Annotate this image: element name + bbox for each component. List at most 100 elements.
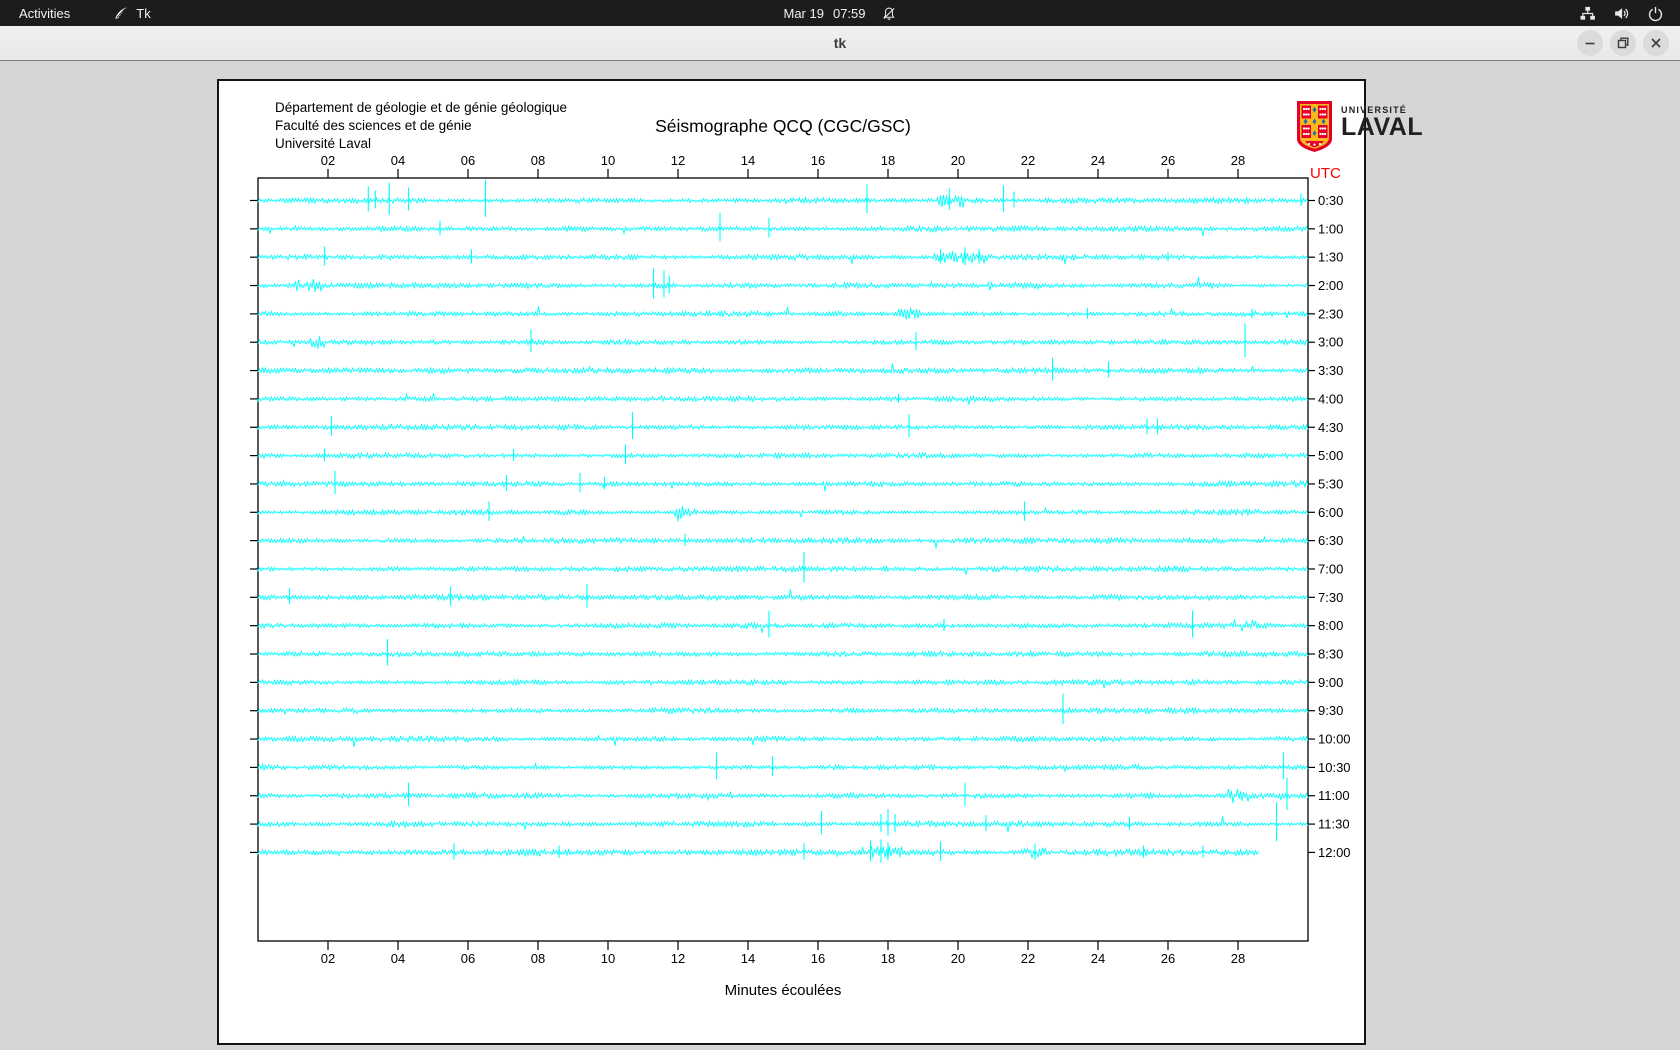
x-tick-label-bottom: 22 (1021, 951, 1035, 966)
trace-row (258, 536, 1308, 548)
row-time-label: 11:30 (1318, 817, 1350, 832)
row-time-label: 12:00 (1318, 845, 1351, 860)
window-title: tk (834, 35, 846, 51)
row-time-label: 10:00 (1318, 732, 1351, 747)
x-tick-label-bottom: 14 (741, 951, 755, 966)
x-tick-label-bottom: 06 (461, 951, 475, 966)
power-icon[interactable] (1647, 5, 1664, 22)
trace-row (258, 816, 1308, 832)
row-time-label: 1:00 (1318, 221, 1343, 236)
trace-row (258, 789, 1308, 803)
x-tick-label-top: 22 (1021, 153, 1035, 168)
row-time-label: 10:30 (1318, 760, 1351, 775)
row-time-label: 7:00 (1318, 561, 1343, 576)
plot-border (258, 178, 1308, 941)
row-time-label: 5:00 (1318, 448, 1343, 463)
maximize-restore-icon (1610, 30, 1636, 56)
row-time-label: 9:30 (1318, 703, 1343, 718)
notifications-muted-icon (882, 6, 897, 21)
row-time-label: 2:00 (1318, 278, 1343, 293)
trace-row (258, 251, 1308, 264)
network-icon[interactable] (1579, 5, 1596, 22)
x-tick-label-top: 24 (1091, 153, 1105, 168)
row-time-label: 3:30 (1318, 363, 1343, 378)
x-tick-label-bottom: 08 (531, 951, 545, 966)
row-time-label: 2:30 (1318, 306, 1343, 321)
trace-row (258, 364, 1308, 374)
x-tick-label-bottom: 16 (811, 951, 825, 966)
row-time-label: 1:30 (1318, 250, 1343, 265)
trace-row (258, 453, 1308, 458)
trace-spikes (368, 180, 1301, 217)
clock-date: Mar 19 (783, 6, 823, 21)
x-tick-label-bottom: 04 (391, 951, 405, 966)
x-tick-label-top: 06 (461, 153, 475, 168)
trace-row (258, 566, 1308, 575)
trace-row (258, 846, 1259, 859)
x-tick-label-top: 20 (951, 153, 965, 168)
x-tick-label-top: 02 (321, 153, 335, 168)
x-tick-label-top: 28 (1231, 153, 1245, 168)
x-tick-label-bottom: 20 (951, 951, 965, 966)
x-tick-label-bottom: 26 (1161, 951, 1175, 966)
trace-row (258, 306, 1308, 319)
clock-menu[interactable]: Mar 19 07:59 (783, 0, 896, 26)
x-tick-label-bottom: 24 (1091, 951, 1105, 966)
row-time-label: 4:00 (1318, 391, 1343, 406)
trace-spikes (1088, 308, 1253, 319)
x-tick-label-top: 12 (671, 153, 685, 168)
minimize-icon (1577, 30, 1603, 56)
volume-icon[interactable] (1613, 5, 1630, 22)
row-time-label: 4:30 (1318, 420, 1343, 435)
row-time-label: 5:30 (1318, 476, 1343, 491)
trace-row (258, 736, 1308, 748)
x-tick-label-bottom: 10 (601, 951, 615, 966)
trace-row (258, 708, 1308, 714)
row-time-label: 3:00 (1318, 335, 1343, 350)
x-axis-title: Minutes écoulées (258, 982, 1308, 999)
x-tick-label-bottom: 28 (1231, 951, 1245, 966)
trace-row (258, 481, 1308, 492)
trace-row (258, 680, 1308, 689)
trace-row (258, 651, 1308, 657)
x-tick-label-top: 08 (531, 153, 545, 168)
window-title-bar[interactable]: tk (0, 26, 1680, 61)
trace-row (258, 195, 1308, 207)
x-tick-label-bottom: 02 (321, 951, 335, 966)
x-tick-label-top: 18 (881, 153, 895, 168)
minimize-button[interactable] (1577, 30, 1603, 56)
close-button[interactable] (1643, 30, 1669, 56)
close-icon (1643, 30, 1669, 56)
x-tick-label-top: 26 (1161, 153, 1175, 168)
row-time-label: 6:00 (1318, 505, 1343, 520)
trace-spikes (290, 584, 588, 607)
trace-row (258, 764, 1308, 772)
x-tick-label-bottom: 12 (671, 951, 685, 966)
trace-spikes (822, 802, 1277, 841)
trace-row (258, 620, 1308, 634)
seismogram-plot: 0202040406060808101012121414161618182020… (219, 81, 1364, 1043)
system-status-area (1579, 0, 1680, 26)
row-time-label: 8:00 (1318, 618, 1343, 633)
trace-row (258, 589, 1308, 600)
row-time-label: 6:30 (1318, 533, 1343, 548)
trace-row (258, 277, 1308, 292)
tk-app-icon (112, 5, 129, 22)
row-time-label: 9:00 (1318, 675, 1343, 690)
top-bar: Activities Tk Mar 19 07:59 (0, 0, 1680, 26)
trace-row (258, 506, 1308, 521)
top-bar-left: Activities Tk (0, 0, 151, 26)
maximize-button[interactable] (1610, 30, 1636, 56)
row-time-label: 7:30 (1318, 590, 1343, 605)
trace-row (258, 424, 1308, 430)
app-indicator[interactable]: Tk (112, 0, 150, 26)
seismograph-canvas: Département de géologie et de génie géol… (217, 79, 1366, 1045)
x-tick-label-top: 14 (741, 153, 755, 168)
window-controls (1577, 30, 1669, 56)
row-time-label: 8:30 (1318, 647, 1343, 662)
trace-spikes (325, 246, 1169, 266)
x-tick-label-top: 10 (601, 153, 615, 168)
trace-spikes (454, 839, 1203, 862)
activities-button[interactable]: Activities (15, 0, 74, 26)
x-tick-label-top: 16 (811, 153, 825, 168)
